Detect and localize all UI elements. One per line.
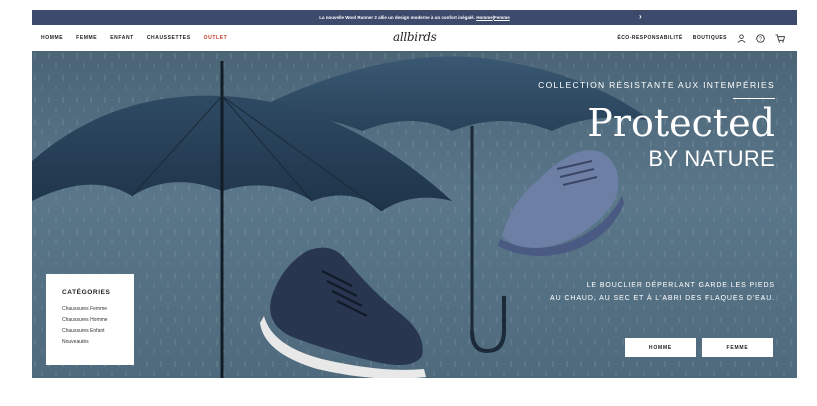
categories-panel: CATÉGORIES Chaussures Femme Chaussures H…: [46, 274, 134, 365]
nav-item-eco[interactable]: ÉCO-RESPONSABILITÉ: [617, 35, 682, 41]
promo-link-homme[interactable]: Homme: [476, 15, 493, 20]
category-link-homme[interactable]: Chaussures Homme: [62, 315, 134, 326]
svg-text:?: ?: [759, 36, 762, 42]
nav-item-chaussettes[interactable]: CHAUSSETTES: [147, 35, 191, 41]
user-icon[interactable]: [737, 33, 746, 43]
hero-divider: [733, 98, 775, 99]
category-link-nouveautes[interactable]: Nouveautés: [62, 337, 134, 348]
nav-categories: HOMME FEMME ENFANT CHAUSSETTES OUTLET: [41, 25, 227, 51]
help-icon[interactable]: ?: [756, 33, 765, 43]
hero-headline: Protected: [587, 101, 775, 145]
main-nav: HOMME FEMME ENFANT CHAUSSETTES OUTLET al…: [32, 25, 797, 51]
nav-item-femme[interactable]: FEMME: [76, 35, 97, 41]
shop-femme-button[interactable]: FEMME: [702, 338, 773, 357]
brand-logo[interactable]: allbirds: [393, 30, 437, 44]
promo-bar: La nouvelle Wool Runner 2 allie un desig…: [32, 10, 797, 25]
nav-item-homme[interactable]: HOMME: [41, 35, 63, 41]
nav-item-enfant[interactable]: ENFANT: [110, 35, 134, 41]
category-link-femme[interactable]: Chaussures Femme: [62, 304, 134, 315]
category-link-enfant[interactable]: Chaussures Enfant: [62, 326, 134, 337]
page-frame: La nouvelle Wool Runner 2 allie un desig…: [32, 10, 797, 378]
nav-utilities: ÉCO-RESPONSABILITÉ BOUTIQUES ?: [617, 25, 785, 51]
hero-subhead: BY NATURE: [648, 146, 775, 171]
shop-homme-button[interactable]: HOMME: [625, 338, 696, 357]
hero-eyebrow: COLLECTION RÉSISTANTE AUX INTEMPÉRIES: [538, 80, 775, 90]
nav-item-outlet[interactable]: OUTLET: [204, 35, 228, 41]
promo-link-femme[interactable]: Femme: [494, 15, 510, 20]
hero-tagline-line1: LE BOUCLIER DÉPERLANT GARDE LES PIEDS: [586, 282, 775, 289]
nav-item-boutiques[interactable]: BOUTIQUES: [693, 35, 727, 41]
promo-text: La nouvelle Wool Runner 2 allie un desig…: [319, 15, 475, 20]
hero-tagline-line2: AU CHAUD, AU SEC ET À L'ABRI DES FLAQUES…: [550, 295, 775, 302]
hero-banner: COLLECTION RÉSISTANTE AUX INTEMPÉRIES Pr…: [32, 51, 797, 378]
chevron-right-icon[interactable]: ›: [639, 12, 642, 21]
categories-title: CATÉGORIES: [62, 289, 111, 296]
cart-icon[interactable]: [775, 33, 785, 43]
hero-tagline: LE BOUCLIER DÉPERLANT GARDE LES PIEDS AU…: [550, 279, 775, 305]
